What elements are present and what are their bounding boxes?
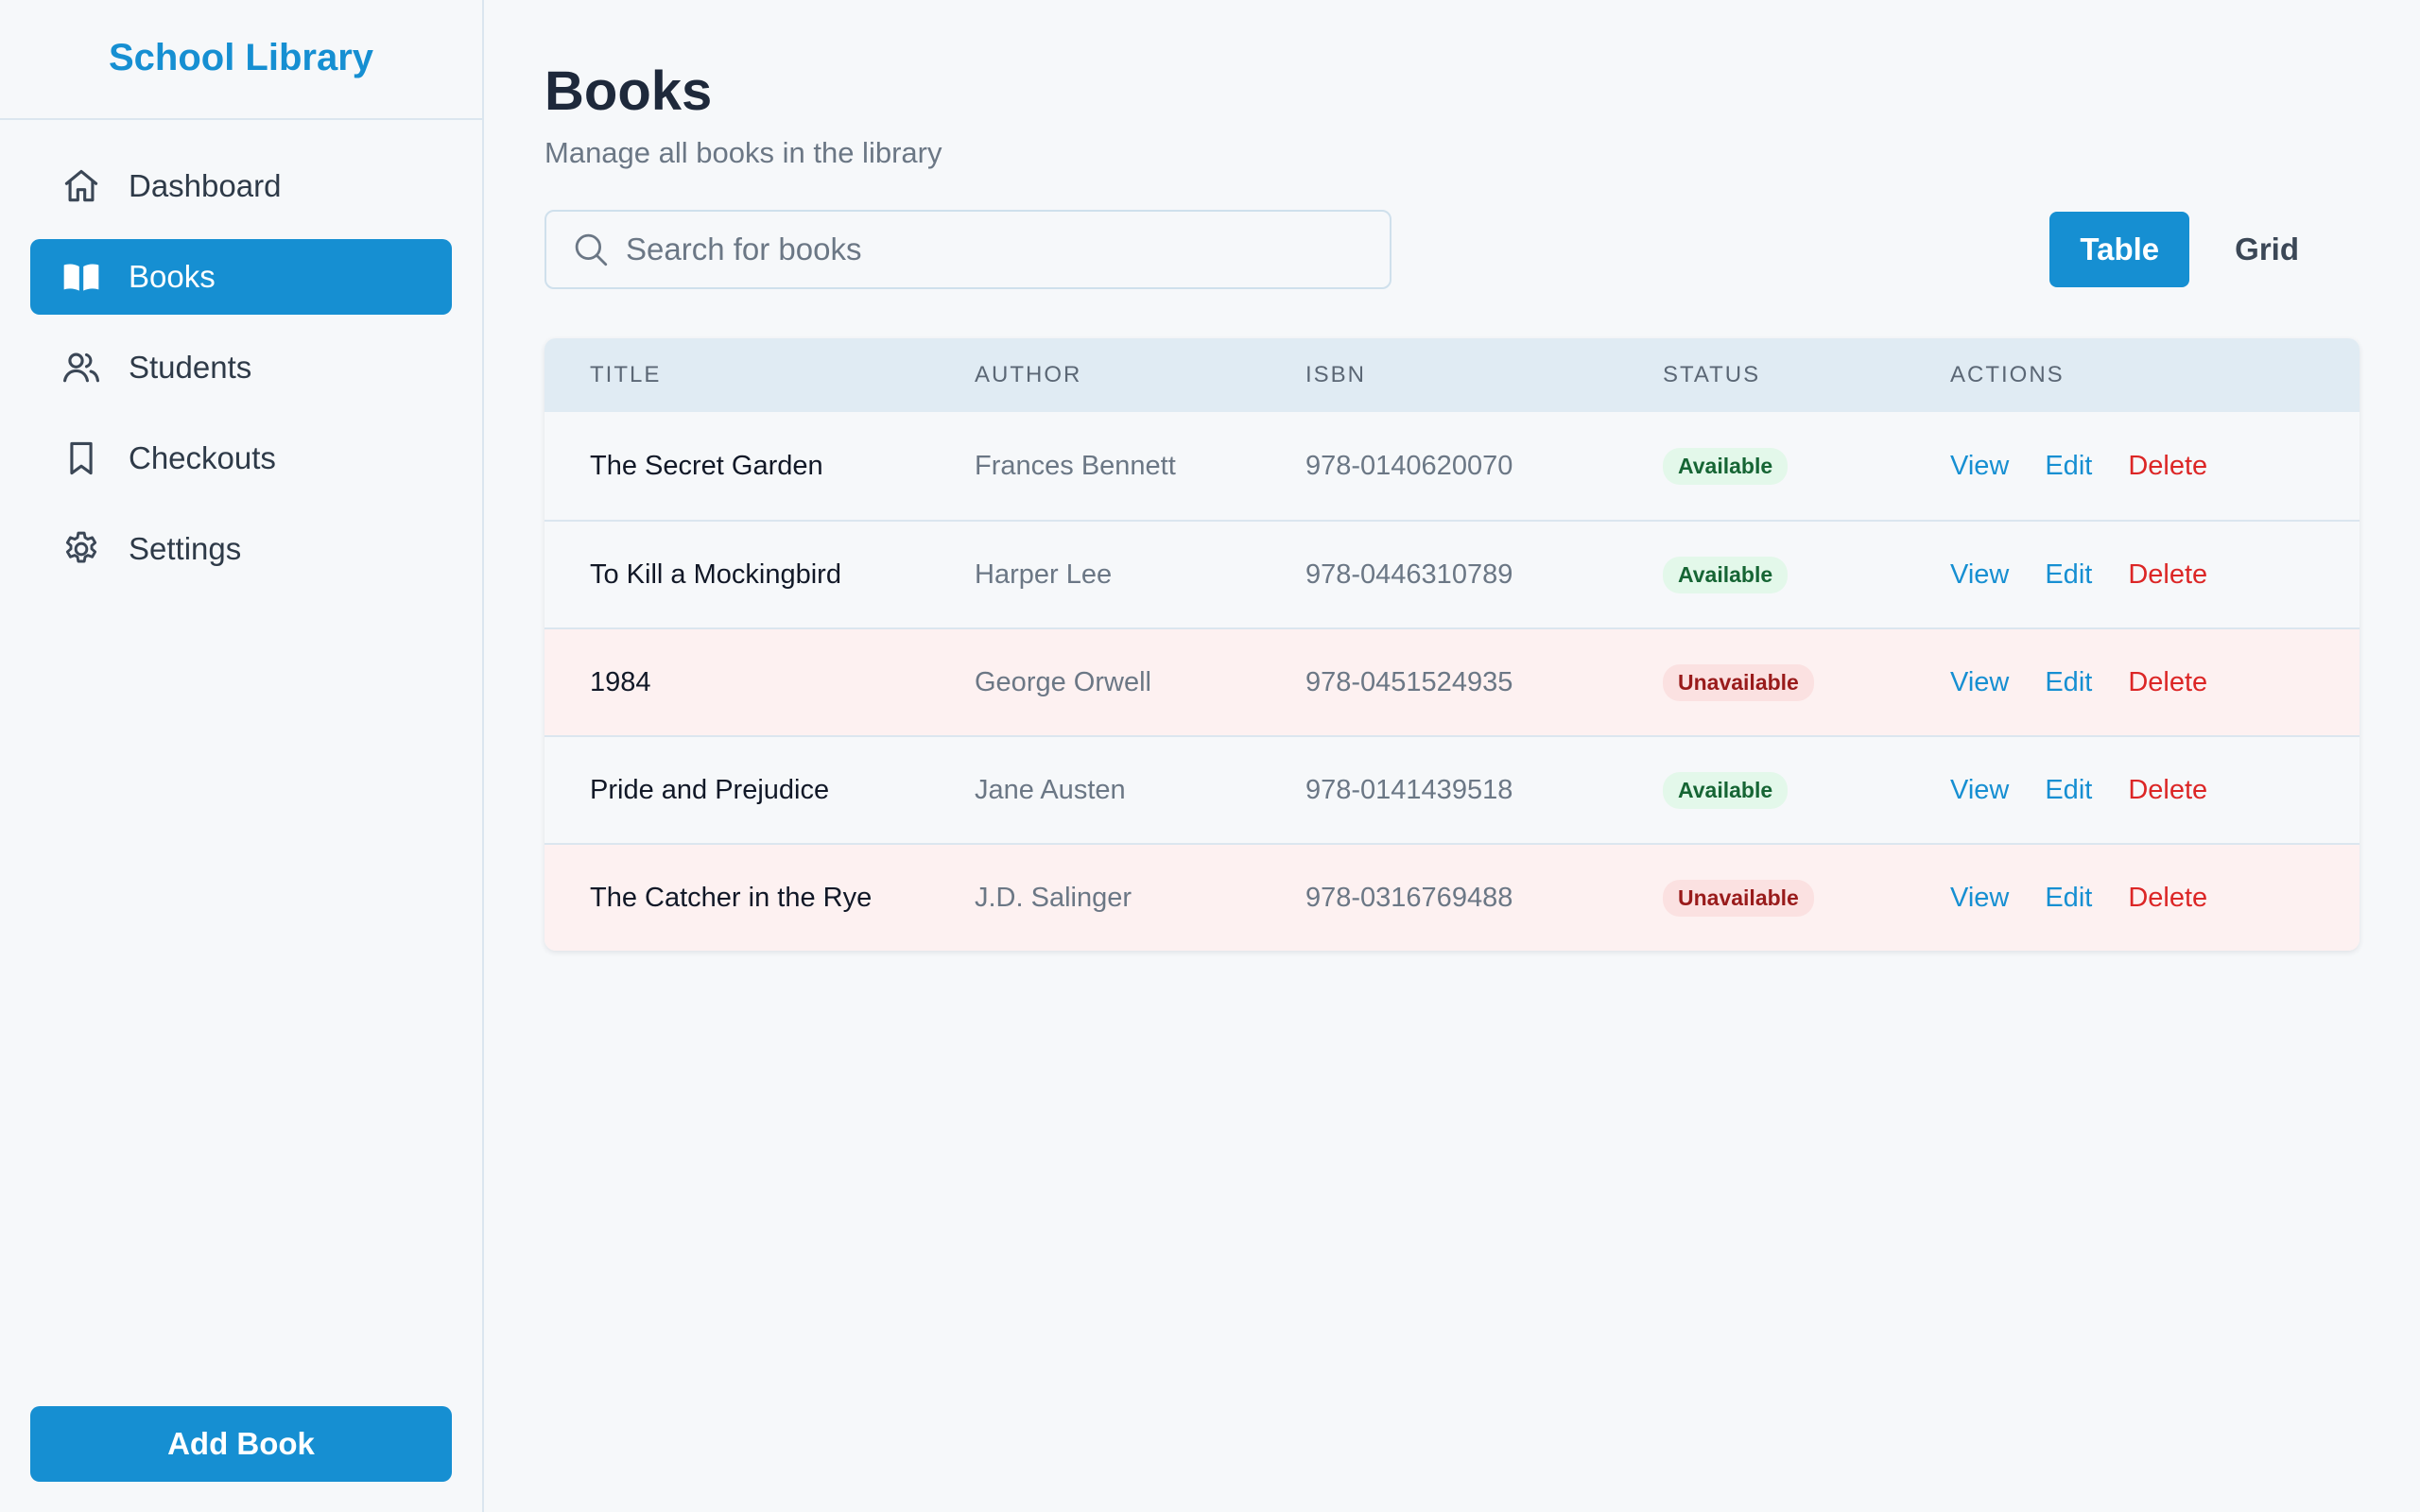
toolbar: Table Grid	[544, 210, 2360, 289]
book-author: Jane Austen	[975, 774, 1126, 805]
sidebar-item-label: Checkouts	[129, 440, 276, 475]
view-link[interactable]: View	[1950, 775, 2009, 806]
sidebar-item-settings[interactable]: Settings	[30, 511, 452, 587]
table-row: To Kill a Mockingbird Harper Lee 978-044…	[544, 520, 2360, 627]
page-subtitle: Manage all books in the library	[544, 136, 942, 169]
row-actions: View Edit Delete	[1950, 667, 2360, 698]
add-book-button[interactable]: Add Book	[30, 1406, 452, 1482]
sidebar: School Library Dashboard Books Students …	[0, 0, 484, 1512]
search-input[interactable]	[626, 232, 1363, 267]
delete-link[interactable]: Delete	[2128, 775, 2207, 806]
view-toggle: Table Grid	[2049, 212, 2329, 287]
books-table: TITLE AUTHOR ISBN STATUS ACTIONS The Sec…	[544, 338, 2360, 951]
status-cell: Available	[1663, 447, 1950, 485]
book-title: The Catcher in the Rye	[590, 882, 873, 913]
main-content: Books Manage all books in the library Ta…	[484, 0, 2420, 1512]
brand-title: School Library	[0, 0, 482, 120]
status-badge: Available	[1663, 447, 1789, 485]
edit-link[interactable]: Edit	[2045, 775, 2092, 806]
row-actions: View Edit Delete	[1950, 451, 2360, 482]
status-cell: Unavailable	[1663, 879, 1950, 917]
table-header: TITLE AUTHOR ISBN STATUS ACTIONS	[544, 338, 2360, 412]
column-header-status[interactable]: STATUS	[1663, 362, 1950, 388]
view-link[interactable]: View	[1950, 451, 2009, 482]
table-view-button[interactable]: Table	[2049, 212, 2190, 287]
sidebar-item-books[interactable]: Books	[30, 239, 452, 315]
delete-link[interactable]: Delete	[2128, 883, 2207, 914]
book-isbn: 978-0316769488	[1305, 882, 1513, 913]
book-title: Pride and Prejudice	[590, 774, 830, 805]
book-title: To Kill a Mockingbird	[590, 558, 841, 590]
sidebar-item-label: Books	[129, 259, 216, 294]
sidebar-item-label: Dashboard	[129, 168, 282, 203]
view-link[interactable]: View	[1950, 667, 2009, 698]
book-isbn: 978-0451524935	[1305, 666, 1513, 697]
book-isbn: 978-0140620070	[1305, 450, 1513, 481]
app-root: School Library Dashboard Books Students …	[0, 0, 2420, 1512]
table-row: The Secret Garden Frances Bennett 978-01…	[544, 412, 2360, 520]
book-title: 1984	[590, 666, 651, 697]
status-badge: Available	[1663, 556, 1789, 593]
gear-icon	[60, 528, 102, 570]
view-link[interactable]: View	[1950, 559, 2009, 591]
book-author: J.D. Salinger	[975, 882, 1132, 913]
book-isbn: 978-0141439518	[1305, 774, 1513, 805]
table-row: 1984 George Orwell 978-0451524935 Unavai…	[544, 627, 2360, 735]
status-badge: Available	[1663, 771, 1789, 809]
delete-link[interactable]: Delete	[2128, 559, 2207, 591]
row-actions: View Edit Delete	[1950, 775, 2360, 806]
sidebar-item-checkouts[interactable]: Checkouts	[30, 421, 452, 496]
delete-link[interactable]: Delete	[2128, 667, 2207, 698]
search-box[interactable]	[544, 210, 1392, 289]
bookmark-icon	[60, 438, 102, 479]
view-link[interactable]: View	[1950, 883, 2009, 914]
status-badge: Unavailable	[1663, 879, 1814, 917]
book-author: George Orwell	[975, 666, 1151, 697]
sidebar-item-label: Students	[129, 350, 252, 385]
edit-link[interactable]: Edit	[2045, 451, 2092, 482]
table-row: Pride and Prejudice Jane Austen 978-0141…	[544, 735, 2360, 843]
delete-link[interactable]: Delete	[2128, 451, 2207, 482]
search-icon	[571, 230, 611, 269]
edit-link[interactable]: Edit	[2045, 559, 2092, 591]
column-header-title[interactable]: TITLE	[544, 362, 975, 388]
sidebar-item-dashboard[interactable]: Dashboard	[30, 148, 452, 224]
book-open-icon	[60, 256, 102, 298]
row-actions: View Edit Delete	[1950, 559, 2360, 591]
sidebar-item-students[interactable]: Students	[30, 330, 452, 405]
book-author: Harper Lee	[975, 558, 1113, 590]
book-author: Frances Bennett	[975, 450, 1176, 481]
sidebar-item-label: Settings	[129, 531, 242, 566]
column-header-actions: ACTIONS	[1950, 362, 2065, 387]
column-header-author[interactable]: AUTHOR	[975, 362, 1305, 388]
edit-link[interactable]: Edit	[2045, 667, 2092, 698]
users-icon	[60, 347, 102, 388]
page-title: Books	[544, 60, 713, 122]
table-body: The Secret Garden Frances Bennett 978-01…	[544, 412, 2360, 951]
status-cell: Unavailable	[1663, 663, 1950, 701]
table-row: The Catcher in the Rye J.D. Salinger 978…	[544, 843, 2360, 951]
grid-view-button[interactable]: Grid	[2204, 212, 2329, 287]
book-isbn: 978-0446310789	[1305, 558, 1513, 590]
status-cell: Available	[1663, 771, 1950, 809]
book-title: The Secret Garden	[590, 450, 823, 481]
sidebar-nav: Dashboard Books Students Checkouts Setti…	[0, 120, 482, 587]
status-badge: Unavailable	[1663, 663, 1814, 701]
status-cell: Available	[1663, 556, 1950, 593]
column-header-isbn[interactable]: ISBN	[1305, 362, 1663, 388]
row-actions: View Edit Delete	[1950, 883, 2360, 914]
edit-link[interactable]: Edit	[2045, 883, 2092, 914]
home-icon	[60, 165, 102, 207]
